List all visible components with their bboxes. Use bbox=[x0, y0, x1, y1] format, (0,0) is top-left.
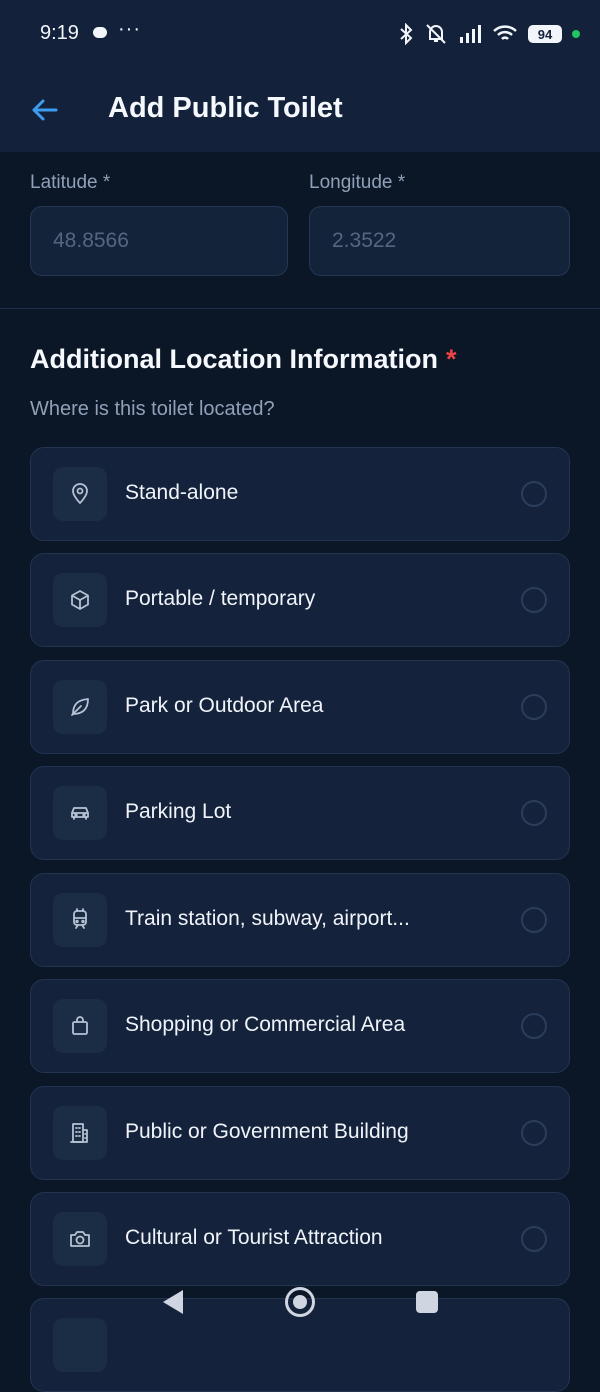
coordinates-section: Latitude * 48.8566 Longitude * 2.3522 bbox=[30, 172, 570, 282]
longitude-placeholder: 2.3522 bbox=[332, 229, 397, 252]
option-radio[interactable] bbox=[521, 1226, 547, 1252]
map-pin-icon bbox=[53, 467, 107, 521]
location-option-shopping[interactable]: Shopping or Commercial Area bbox=[30, 979, 570, 1073]
option-radio[interactable] bbox=[521, 800, 547, 826]
silent-bell-icon bbox=[426, 24, 446, 44]
option-radio[interactable] bbox=[521, 1013, 547, 1039]
location-option-parking-lot[interactable]: Parking Lot bbox=[30, 766, 570, 860]
option-label: Parking Lot bbox=[125, 800, 232, 823]
option-label: Stand-alone bbox=[125, 481, 239, 504]
location-option-portable[interactable]: Portable / temporary bbox=[30, 553, 570, 647]
latitude-label: Latitude * bbox=[30, 172, 111, 193]
option-radio[interactable] bbox=[521, 907, 547, 933]
status-time: 9:19 bbox=[40, 22, 79, 44]
location-option-stand-alone[interactable]: Stand-alone bbox=[30, 447, 570, 541]
longitude-field[interactable]: 2.3522 bbox=[309, 206, 570, 276]
status-bar: 9:19 ··· 94 bbox=[0, 0, 600, 68]
bluetooth-icon bbox=[400, 23, 413, 45]
location-option-government[interactable]: Public or Government Building bbox=[30, 1086, 570, 1180]
car-icon bbox=[53, 786, 107, 840]
wifi-icon bbox=[493, 25, 517, 40]
leaf-icon bbox=[53, 680, 107, 734]
option-label: Public or Government Building bbox=[125, 1120, 409, 1143]
option-label: Park or Outdoor Area bbox=[125, 694, 324, 717]
camera-icon bbox=[53, 1212, 107, 1266]
nav-recents-icon[interactable] bbox=[416, 1291, 438, 1313]
more-notifications-icon: ··· bbox=[118, 18, 141, 40]
shopping-bag-icon bbox=[53, 999, 107, 1053]
section-title: Additional Location Information * bbox=[30, 344, 456, 375]
chat-notification-icon bbox=[93, 27, 107, 38]
box-icon bbox=[53, 573, 107, 627]
option-radio[interactable] bbox=[521, 694, 547, 720]
latitude-placeholder: 48.8566 bbox=[53, 229, 129, 252]
nav-home-icon[interactable] bbox=[285, 1287, 315, 1317]
location-option-cultural[interactable]: Cultural or Tourist Attraction bbox=[30, 1192, 570, 1286]
section-title-text: Additional Location Information bbox=[30, 344, 438, 374]
option-label: Portable / temporary bbox=[125, 587, 316, 610]
battery-indicator: 94 bbox=[528, 25, 562, 43]
location-option-park[interactable]: Park or Outdoor Area bbox=[30, 660, 570, 754]
longitude-label: Longitude * bbox=[309, 172, 406, 193]
app-bar: Add Public Toilet bbox=[0, 68, 600, 152]
option-label: Cultural or Tourist Attraction bbox=[125, 1226, 383, 1249]
status-icons: 94 bbox=[398, 22, 580, 46]
location-option-transit[interactable]: Train station, subway, airport... bbox=[30, 873, 570, 967]
option-label: Shopping or Commercial Area bbox=[125, 1013, 406, 1036]
required-asterisk: * bbox=[445, 344, 457, 374]
section-subtitle: Where is this toilet located? bbox=[30, 398, 275, 420]
option-radio[interactable] bbox=[521, 1120, 547, 1146]
privacy-indicator-dot bbox=[572, 30, 580, 38]
page-title: Add Public Toilet bbox=[108, 92, 343, 124]
option-label: Train station, subway, airport... bbox=[125, 907, 410, 930]
nav-back-icon[interactable] bbox=[163, 1290, 183, 1314]
option-radio[interactable] bbox=[521, 587, 547, 613]
back-button[interactable] bbox=[24, 90, 64, 130]
signal-icon bbox=[460, 25, 481, 43]
divider bbox=[0, 308, 600, 309]
nav-home-dot bbox=[293, 1295, 307, 1309]
building-icon bbox=[53, 1106, 107, 1160]
train-icon bbox=[53, 893, 107, 947]
arrow-left-icon bbox=[32, 99, 58, 121]
option-radio[interactable] bbox=[521, 481, 547, 507]
system-nav-bar bbox=[0, 1275, 600, 1335]
latitude-field[interactable]: 48.8566 bbox=[30, 206, 288, 276]
